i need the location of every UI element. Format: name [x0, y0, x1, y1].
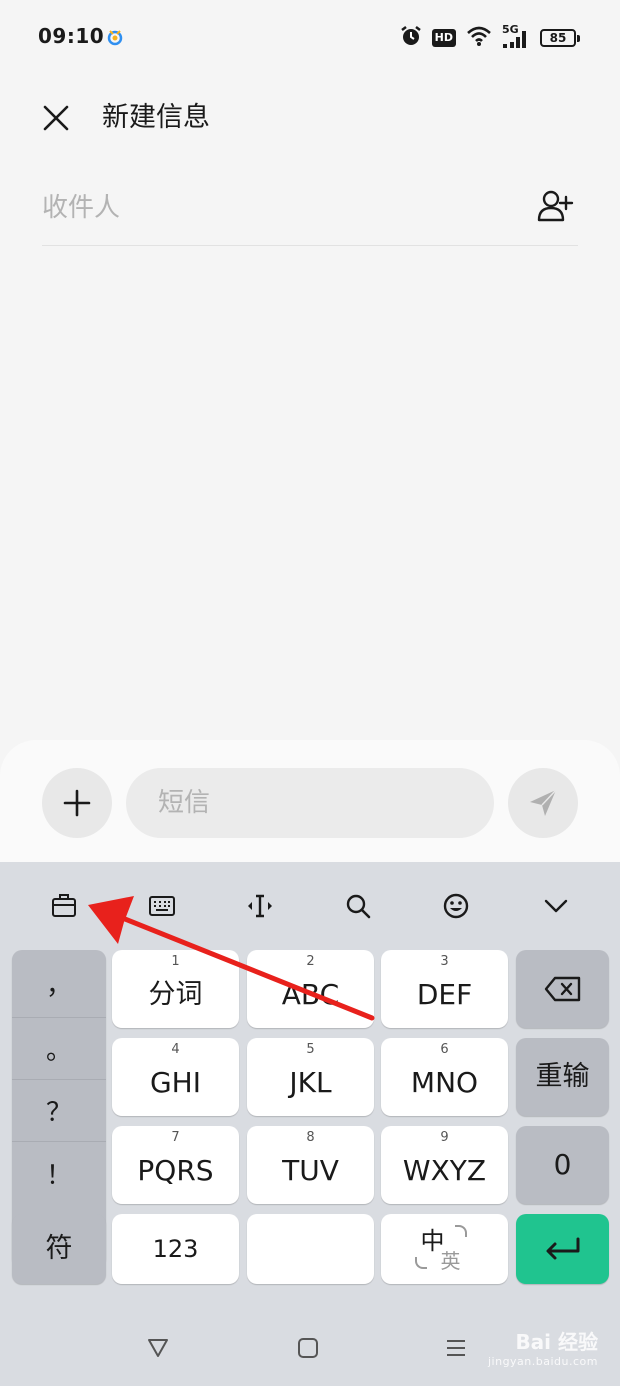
enter-icon	[546, 1237, 579, 1260]
key-label: JKL	[289, 1066, 332, 1099]
key-label: ABC	[281, 978, 340, 1011]
recipient-row	[42, 176, 578, 246]
back-button[interactable]	[144, 1334, 172, 1362]
key-label: WXYZ	[402, 1154, 487, 1187]
enter-key[interactable]	[516, 1214, 609, 1284]
t9-key-3[interactable]: 3 DEF	[381, 950, 508, 1028]
number-switch-key[interactable]: 123	[112, 1214, 239, 1284]
key-label: 0	[553, 1148, 572, 1181]
search-button[interactable]	[340, 888, 376, 924]
emoji-icon	[443, 893, 469, 919]
key-label: GHI	[149, 1066, 201, 1099]
menu-lines-icon	[447, 1340, 465, 1356]
key-number: 8	[306, 1130, 315, 1145]
key-label: 分词	[148, 979, 203, 1010]
punct-key-comma[interactable]: ，	[12, 950, 106, 1018]
wifi-icon	[466, 25, 492, 51]
lang-en-label: 英	[440, 1249, 461, 1273]
square-home-icon	[298, 1338, 318, 1358]
status-icons: HD 5G 85	[400, 23, 580, 52]
alarm-icon	[400, 25, 422, 51]
add-person-icon	[537, 190, 574, 222]
plus-icon	[63, 789, 91, 817]
chevron-down-icon	[544, 899, 568, 913]
punct-key-question[interactable]: ？	[12, 1080, 106, 1142]
reenter-key[interactable]: 重输	[516, 1038, 609, 1116]
send-icon	[530, 789, 557, 816]
punct-key-exclamation[interactable]: ！	[12, 1142, 106, 1204]
keyboard-toolbar	[0, 862, 620, 948]
zero-key[interactable]: 0	[516, 1126, 609, 1204]
t9-key-7[interactable]: 7 PQRS	[112, 1126, 239, 1204]
backspace-icon	[544, 976, 580, 1002]
key-label: 重输	[535, 1061, 590, 1092]
toolbox-button[interactable]	[46, 888, 82, 924]
close-button[interactable]	[36, 98, 76, 138]
key-number: 9	[440, 1130, 449, 1145]
compose-panel	[0, 740, 620, 866]
keyboard-icon	[149, 896, 175, 916]
message-input[interactable]	[126, 768, 494, 838]
cursor-edit-button[interactable]	[242, 888, 278, 924]
status-time: 09:10	[38, 24, 105, 48]
add-contact-button[interactable]	[536, 186, 576, 226]
page-title: 新建信息	[102, 102, 210, 133]
switch-arc-icon	[414, 1257, 427, 1269]
toolbox-icon	[52, 894, 76, 917]
symbol-key[interactable]: 符	[12, 1214, 106, 1284]
key-number: 3	[440, 954, 449, 969]
header: 新建信息	[0, 90, 620, 146]
close-icon	[43, 105, 69, 131]
battery-indicator: 85	[540, 29, 580, 47]
t9-key-5[interactable]: 5 JKL	[247, 1038, 374, 1116]
notification-app-icon	[106, 28, 124, 46]
key-number: 6	[440, 1042, 449, 1057]
home-button[interactable]	[294, 1334, 322, 1362]
t9-key-2[interactable]: 2 ABC	[247, 950, 374, 1028]
search-icon	[346, 894, 371, 919]
send-button[interactable]	[508, 768, 578, 838]
t9-key-1[interactable]: 1 分词	[112, 950, 239, 1028]
attachment-button[interactable]	[42, 768, 112, 838]
space-key[interactable]	[247, 1214, 374, 1284]
recipient-input[interactable]	[42, 188, 502, 228]
t9-key-8[interactable]: 8 TUV	[247, 1126, 374, 1204]
emoji-button[interactable]	[438, 888, 474, 924]
keyboard-layout-button[interactable]	[144, 888, 180, 924]
key-label: MNO	[410, 1066, 479, 1099]
key-number: 1	[171, 954, 180, 969]
language-switch-key[interactable]: 中 英	[381, 1214, 508, 1284]
cellular-signal-icon: 5G	[502, 23, 530, 50]
punct-key-period[interactable]: 。	[12, 1018, 106, 1080]
hd-badge: HD	[431, 29, 456, 47]
key-number: 7	[171, 1130, 180, 1145]
key-label: 符	[45, 1233, 73, 1264]
key-number: 2	[306, 954, 315, 969]
key-number: 4	[171, 1042, 180, 1057]
zh-en-toggle: 中 英	[414, 1223, 475, 1275]
hide-keyboard-button[interactable]	[538, 888, 574, 924]
triangle-back-icon	[148, 1339, 168, 1357]
t9-key-9[interactable]: 9 WXYZ	[381, 1126, 508, 1204]
t9-key-6[interactable]: 6 MNO	[381, 1038, 508, 1116]
t9-key-4[interactable]: 4 GHI	[112, 1038, 239, 1116]
watermark-brand: Bai 经验	[515, 1330, 598, 1354]
recents-button[interactable]	[442, 1334, 470, 1362]
key-label: PQRS	[137, 1154, 214, 1187]
key-number: 5	[306, 1042, 315, 1057]
key-label: TUV	[282, 1154, 339, 1187]
baidu-watermark: Bai 经验 jingyan.baidu.com	[488, 1326, 598, 1368]
switch-arc-icon	[454, 1225, 467, 1237]
key-label: DEF	[416, 978, 473, 1011]
watermark-url: jingyan.baidu.com	[487, 1355, 598, 1368]
status-bar: 09:10 HD 5G 85	[0, 0, 620, 76]
key-label: 123	[152, 1235, 199, 1263]
ime-keyboard: ， 。 ？ ！ 1 分词 2 ABC 3 DEF 4 GHI 5 JKL 6 M…	[0, 862, 620, 1308]
backspace-key[interactable]	[516, 950, 609, 1028]
cursor-move-icon	[248, 894, 272, 918]
